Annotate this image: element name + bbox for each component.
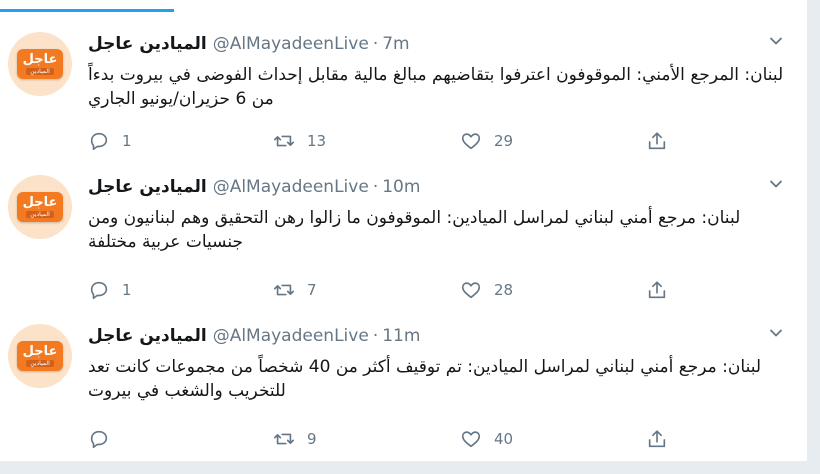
avatar[interactable]: عاجل الميادين — [8, 324, 72, 388]
chevron-down-icon[interactable] — [769, 34, 783, 48]
tweet-header: الميادين عاجل @AlMayadeenLive · 10m — [88, 176, 420, 198]
chevron-down-icon[interactable] — [769, 177, 783, 191]
like-button[interactable]: 40 — [460, 425, 513, 453]
reply-icon — [90, 430, 108, 449]
timeline-footer-gap — [0, 461, 807, 474]
timestamp[interactable]: 10m — [382, 177, 420, 197]
like-icon — [461, 133, 481, 150]
share-button[interactable] — [646, 425, 668, 453]
logo-subtext: الميادين — [26, 360, 54, 367]
tweet-header: الميادين عاجل @AlMayadeenLive · 11m — [88, 325, 420, 347]
like-count: 29 — [494, 132, 514, 150]
user-handle[interactable]: @AlMayadeenLive — [213, 177, 369, 197]
display-name[interactable]: الميادين عاجل — [88, 34, 207, 54]
brand-logo: عاجل الميادين — [17, 192, 63, 222]
avatar[interactable]: عاجل الميادين — [8, 32, 72, 96]
timestamp[interactable]: 7m — [382, 34, 409, 54]
share-button[interactable] — [646, 127, 668, 155]
retweet-count: 13 — [307, 132, 327, 150]
retweet-button[interactable]: 9 — [273, 425, 317, 453]
tweet-actions: 9 40 — [88, 425, 788, 453]
timestamp[interactable]: 11m — [382, 326, 420, 346]
tweet[interactable]: عاجل الميادين الميادين عاجل @AlMayadeenL… — [0, 163, 807, 313]
logo-text: عاجل — [22, 52, 58, 67]
reply-icon — [90, 281, 108, 300]
tweet-actions: 1 7 28 — [88, 276, 788, 304]
reply-count: 1 — [122, 281, 132, 299]
reply-button[interactable] — [88, 425, 122, 453]
reply-icon — [90, 132, 108, 151]
tweet[interactable]: عاجل الميادين الميادين عاجل @AlMayadeenL… — [0, 20, 807, 164]
brand-logo: عاجل الميادين — [17, 341, 63, 371]
chevron-down-icon[interactable] — [769, 326, 783, 340]
logo-text: عاجل — [22, 344, 58, 359]
like-button[interactable]: 29 — [460, 127, 513, 155]
reply-button[interactable]: 1 — [88, 276, 132, 304]
display-name[interactable]: الميادين عاجل — [88, 177, 207, 197]
reply-count: 1 — [122, 132, 132, 150]
retweet-icon — [274, 135, 294, 147]
reply-button[interactable]: 1 — [88, 127, 132, 155]
tab-indicator — [0, 9, 174, 12]
logo-text: عاجل — [22, 195, 58, 210]
user-handle[interactable]: @AlMayadeenLive — [213, 34, 369, 54]
tweet-text: لبنان: مرجع أمني لبناني لمراسل الميادين:… — [88, 208, 741, 252]
retweet-button[interactable]: 13 — [273, 127, 326, 155]
retweet-count: 7 — [307, 281, 317, 299]
separator-dot: · — [372, 326, 379, 346]
separator-dot: · — [372, 34, 379, 54]
share-icon — [648, 430, 666, 448]
like-button[interactable]: 28 — [460, 276, 513, 304]
like-count: 28 — [494, 281, 514, 299]
retweet-icon — [274, 284, 294, 296]
avatar[interactable]: عاجل الميادين — [8, 175, 72, 239]
tweet-text: لبنان: مرجع أمني لبناني لمراسل الميادين:… — [88, 357, 762, 401]
logo-subtext: الميادين — [26, 211, 54, 218]
brand-logo: عاجل الميادين — [17, 49, 63, 79]
tweet-header: الميادين عاجل @AlMayadeenLive · 7m — [88, 33, 410, 55]
retweet-button[interactable]: 7 — [273, 276, 317, 304]
user-handle[interactable]: @AlMayadeenLive — [213, 326, 369, 346]
retweet-icon — [274, 433, 294, 445]
retweet-count: 9 — [307, 430, 317, 448]
share-button[interactable] — [646, 276, 668, 304]
like-count: 40 — [494, 430, 514, 448]
like-icon — [461, 282, 481, 299]
logo-subtext: الميادين — [26, 68, 54, 75]
tweet-text: لبنان: المرجع الأمني: الموقوفون اعترفوا … — [88, 65, 784, 109]
display-name[interactable]: الميادين عاجل — [88, 326, 207, 346]
share-icon — [648, 132, 666, 150]
timeline: عاجل الميادين الميادين عاجل @AlMayadeenL… — [0, 0, 808, 474]
tweet[interactable]: عاجل الميادين الميادين عاجل @AlMayadeenL… — [0, 312, 807, 462]
separator-dot: · — [372, 177, 379, 197]
like-icon — [461, 431, 481, 448]
share-icon — [648, 281, 666, 299]
tweet-actions: 1 13 29 — [88, 127, 788, 155]
